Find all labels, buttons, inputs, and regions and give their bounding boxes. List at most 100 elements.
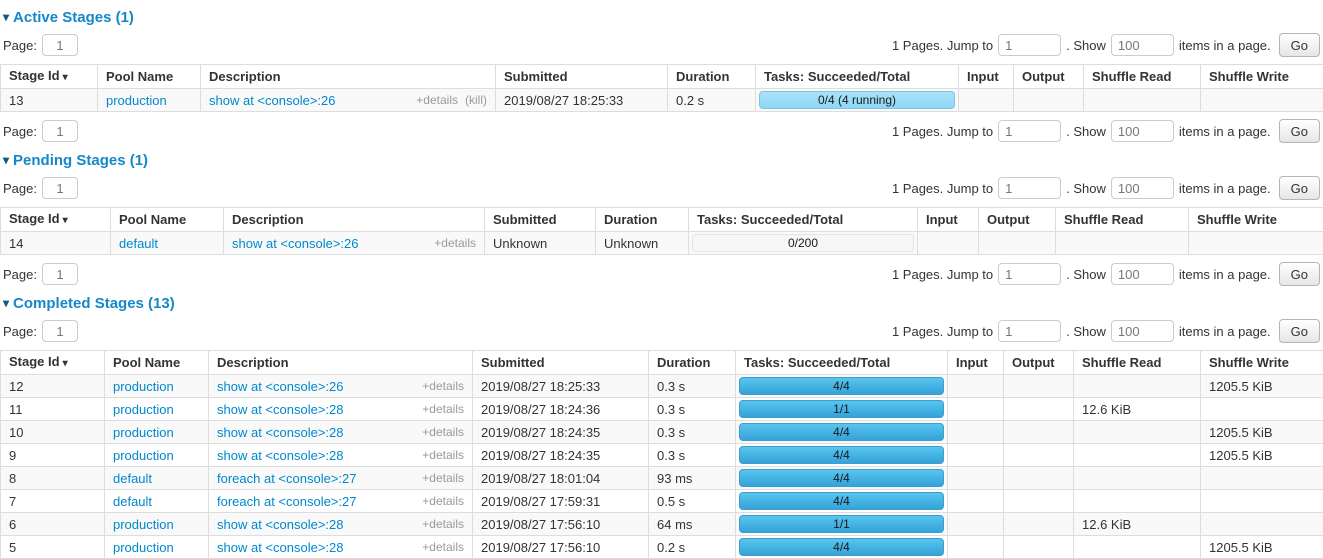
details-toggle-link[interactable]: +details (434, 235, 476, 252)
task-progress-label: 4/4 (833, 379, 850, 393)
stage-description-link[interactable]: show at <console>:26 (232, 235, 358, 252)
kill-link[interactable]: (kill) (465, 92, 487, 109)
output-cell (1004, 375, 1074, 398)
table-row: 7 default foreach at <console>:27+detail… (1, 490, 1323, 513)
items-per-page-label: items in a page. (1179, 267, 1271, 282)
col-shuffle-write[interactable]: Shuffle Write (1201, 351, 1323, 375)
output-cell (1004, 513, 1074, 536)
col-input[interactable]: Input (948, 351, 1004, 375)
col-shuffle-read[interactable]: Shuffle Read (1084, 65, 1201, 89)
completed-top-show-input[interactable] (1111, 320, 1174, 342)
pool-link[interactable]: production (113, 448, 174, 463)
col-pool-name[interactable]: Pool Name (98, 65, 201, 89)
col-duration[interactable]: Duration (668, 65, 756, 89)
details-toggle-link[interactable]: +details (422, 516, 464, 533)
col-input[interactable]: Input (918, 208, 979, 232)
stage-description-link[interactable]: show at <console>:28 (217, 447, 343, 464)
active-top-jump-input[interactable] (998, 34, 1061, 56)
stage-description-link[interactable]: show at <console>:26 (209, 92, 335, 109)
stage-description-link[interactable]: show at <console>:28 (217, 401, 343, 418)
section-header-completed[interactable]: ▾Completed Stages (13) (3, 295, 1321, 312)
stage-description-link[interactable]: show at <console>:26 (217, 378, 343, 395)
pending-bottom-jump-input[interactable] (998, 263, 1061, 285)
active-bottom-go-button[interactable]: Go (1279, 119, 1320, 143)
col-tasks[interactable]: Tasks: Succeeded/Total (736, 351, 948, 375)
col-duration[interactable]: Duration (649, 351, 736, 375)
pending-top-go-button[interactable]: Go (1279, 176, 1320, 200)
shuffle-write-cell (1201, 490, 1323, 513)
stage-description-link[interactable]: show at <console>:28 (217, 539, 343, 556)
col-tasks[interactable]: Tasks: Succeeded/Total (689, 208, 918, 232)
output-cell (1014, 89, 1084, 112)
details-toggle-link[interactable]: +details (422, 401, 464, 418)
col-submitted[interactable]: Submitted (496, 65, 668, 89)
col-input[interactable]: Input (959, 65, 1014, 89)
active-top-page-input[interactable] (42, 34, 78, 56)
details-toggle-link[interactable]: +details (416, 92, 458, 109)
pool-link[interactable]: production (113, 517, 174, 532)
pool-link[interactable]: production (106, 93, 167, 108)
col-pool-name[interactable]: Pool Name (105, 351, 209, 375)
active-top-show-input[interactable] (1111, 34, 1174, 56)
details-toggle-link[interactable]: +details (422, 378, 464, 395)
col-shuffle-read[interactable]: Shuffle Read (1056, 208, 1189, 232)
details-toggle-link[interactable]: +details (422, 447, 464, 464)
section-header-pending[interactable]: ▾Pending Stages (1) (3, 152, 1321, 169)
col-description[interactable]: Description (209, 351, 473, 375)
col-pool-name[interactable]: Pool Name (111, 208, 224, 232)
pool-link[interactable]: production (113, 540, 174, 555)
section-header-active[interactable]: ▾Active Stages (1) (3, 9, 1321, 26)
pending-bottom-page-input[interactable] (42, 263, 78, 285)
stage-id-cell: 10 (1, 421, 105, 444)
col-stage-id[interactable]: Stage Id▾ (1, 208, 111, 232)
pending-bottom-go-button[interactable]: Go (1279, 262, 1320, 286)
stage-description-link[interactable]: show at <console>:28 (217, 516, 343, 533)
submitted-cell: 2019/08/27 18:01:04 (473, 467, 649, 490)
details-toggle-link[interactable]: +details (422, 424, 464, 441)
stage-description-link[interactable]: foreach at <console>:27 (217, 470, 357, 487)
pending-top-show-input[interactable] (1111, 177, 1174, 199)
col-output[interactable]: Output (1004, 351, 1074, 375)
stage-description-link[interactable]: foreach at <console>:27 (217, 493, 357, 510)
completed-top-jump-input[interactable] (998, 320, 1061, 342)
submitted-cell: Unknown (485, 232, 596, 255)
col-shuffle-write[interactable]: Shuffle Write (1189, 208, 1323, 232)
stage-description-link[interactable]: show at <console>:28 (217, 424, 343, 441)
pool-link[interactable]: production (113, 425, 174, 440)
pool-link[interactable]: production (113, 402, 174, 417)
col-output[interactable]: Output (979, 208, 1056, 232)
active-top-go-button[interactable]: Go (1279, 33, 1320, 57)
active-bottom-page-input[interactable] (42, 120, 78, 142)
duration-cell: 93 ms (649, 467, 736, 490)
completed-top-go-button[interactable]: Go (1279, 319, 1320, 343)
pool-link[interactable]: production (113, 379, 174, 394)
col-shuffle-read[interactable]: Shuffle Read (1074, 351, 1201, 375)
pages-info-label: 1 Pages. Jump to (892, 267, 993, 282)
pending-top-page-input[interactable] (42, 177, 78, 199)
submitted-cell: 2019/08/27 17:59:31 (473, 490, 649, 513)
details-toggle-link[interactable]: +details (422, 470, 464, 487)
pool-link[interactable]: default (119, 236, 158, 251)
col-submitted[interactable]: Submitted (473, 351, 649, 375)
active-bottom-show-input[interactable] (1111, 120, 1174, 142)
pending-top-jump-input[interactable] (998, 177, 1061, 199)
col-output[interactable]: Output (1014, 65, 1084, 89)
col-duration[interactable]: Duration (596, 208, 689, 232)
pending-bottom-show-input[interactable] (1111, 263, 1174, 285)
pool-link[interactable]: default (113, 494, 152, 509)
col-submitted[interactable]: Submitted (485, 208, 596, 232)
col-description[interactable]: Description (201, 65, 496, 89)
details-toggle-link[interactable]: +details (422, 493, 464, 510)
stage-id-cell: 5 (1, 536, 105, 559)
col-tasks[interactable]: Tasks: Succeeded/Total (756, 65, 959, 89)
completed-top-page-input[interactable] (42, 320, 78, 342)
shuffle-write-cell: 1205.5 KiB (1201, 444, 1323, 467)
col-shuffle-write[interactable]: Shuffle Write (1201, 65, 1323, 89)
col-stage-id[interactable]: Stage Id▾ (1, 351, 105, 375)
active-bottom-jump-input[interactable] (998, 120, 1061, 142)
col-description[interactable]: Description (224, 208, 485, 232)
col-stage-id[interactable]: Stage Id▾ (1, 65, 98, 89)
details-toggle-link[interactable]: +details (422, 539, 464, 556)
shuffle-write-cell (1201, 513, 1323, 536)
pool-link[interactable]: default (113, 471, 152, 486)
